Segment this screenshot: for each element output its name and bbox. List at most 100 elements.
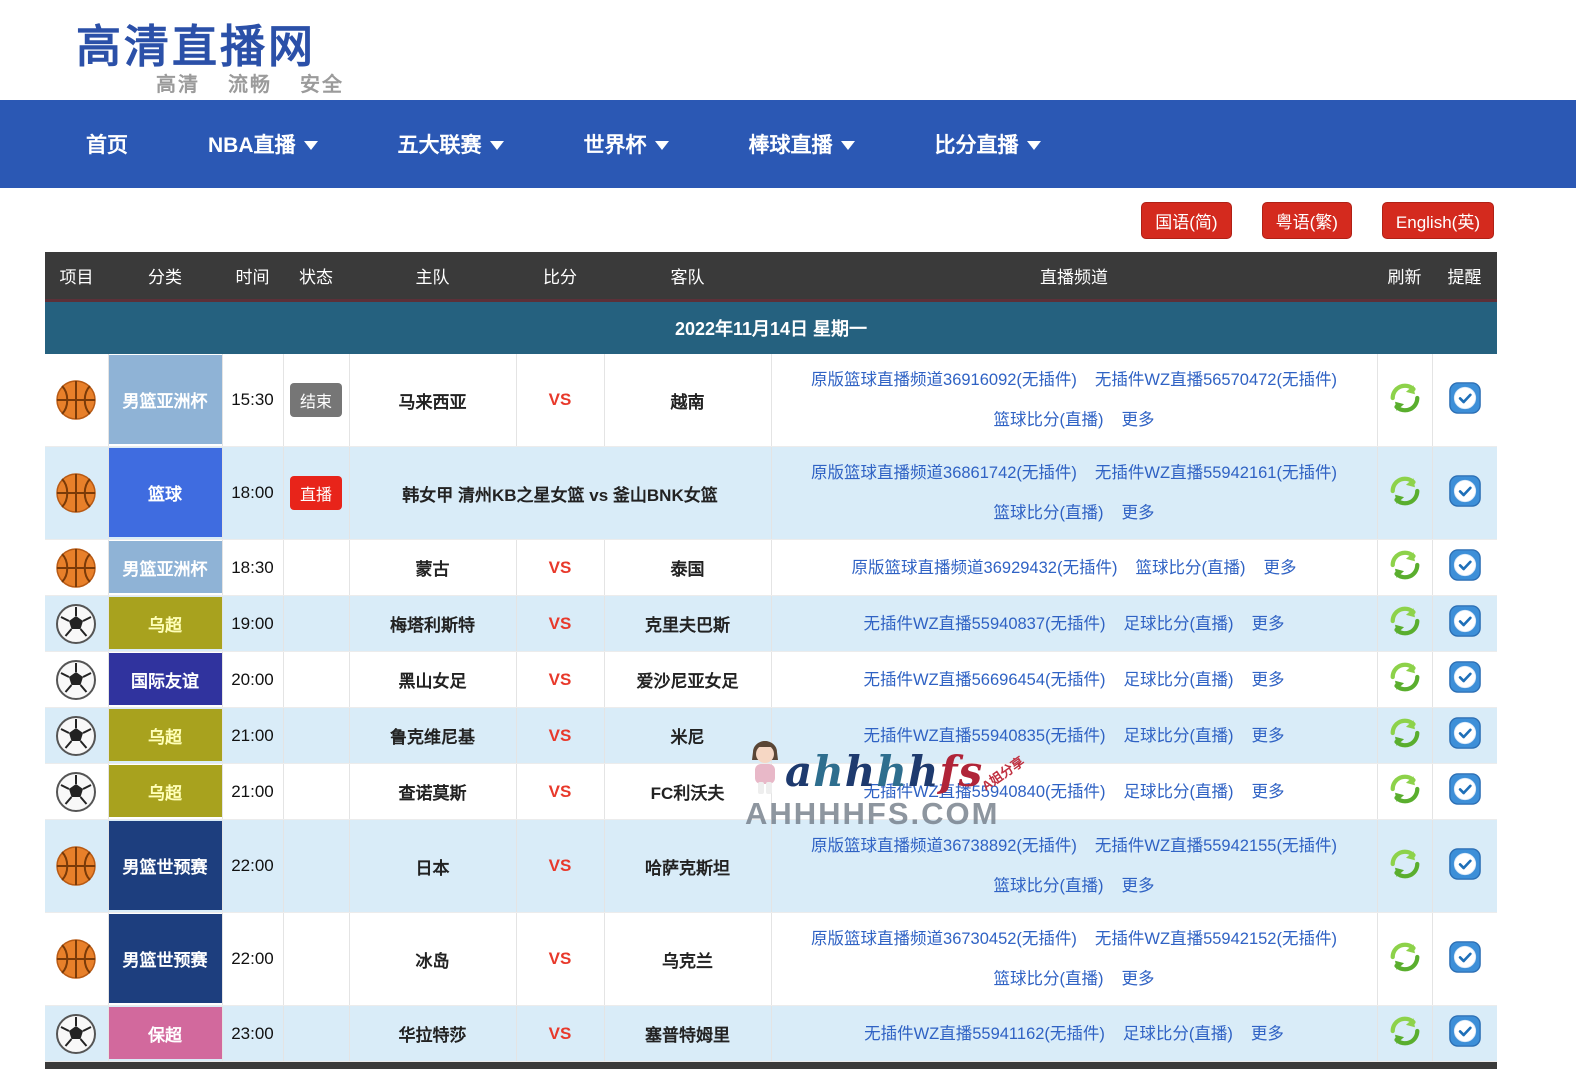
- home-team: 华拉特莎: [349, 1006, 516, 1062]
- channel-link[interactable]: 更多: [1251, 1025, 1284, 1043]
- channel-link[interactable]: 篮球比分(直播): [994, 411, 1104, 429]
- remind-button[interactable]: [1449, 382, 1481, 417]
- category-label[interactable]: 国际友谊: [109, 653, 222, 705]
- remind-cell: [1432, 354, 1497, 447]
- category-label[interactable]: 男篮世预赛: [109, 821, 222, 910]
- category-label[interactable]: 乌超: [109, 709, 222, 761]
- alarm-clock-icon: [1449, 1015, 1481, 1047]
- match-row: 保超 23:00 华拉特莎 VS 塞普特姆里 无插件WZ直播55941162(无…: [45, 1006, 1497, 1062]
- channel-list: 原版篮球直播频道36916092(无插件) 无插件WZ直播56570472(无插件…: [771, 354, 1377, 447]
- vs-label: VS: [516, 354, 604, 447]
- remind-cell: [1432, 708, 1497, 764]
- channel-link[interactable]: 无插件WZ直播55941162(无插件): [864, 1025, 1105, 1043]
- lang-button-mandarin[interactable]: 国语(简): [1141, 202, 1231, 239]
- channel-link[interactable]: 篮球比分(直播): [994, 877, 1104, 895]
- channel-link[interactable]: 无插件WZ直播55940835(无插件): [863, 727, 1105, 745]
- channel-link[interactable]: 更多: [1122, 877, 1155, 895]
- channel-link[interactable]: 更多: [1252, 727, 1285, 745]
- category-label[interactable]: 篮球: [109, 448, 222, 537]
- channel-link[interactable]: 无插件WZ直播55940837(无插件): [863, 615, 1105, 633]
- category-label[interactable]: 保超: [109, 1007, 222, 1059]
- alarm-clock-icon: [1449, 382, 1481, 414]
- channel-link[interactable]: 原版篮球直播频道36929432(无插件): [852, 559, 1118, 577]
- schedule-table: 项目 分类 时间 状态 主队 比分 客队 直播频道 刷新 提醒 2022年11月…: [45, 252, 1497, 1062]
- category-label[interactable]: 乌超: [109, 597, 222, 649]
- channel-link[interactable]: 无插件WZ直播55942161(无插件): [1095, 464, 1337, 482]
- channel-link[interactable]: 篮球比分(直播): [994, 970, 1104, 988]
- channel-link[interactable]: 足球比分(直播): [1124, 727, 1234, 745]
- channel-link[interactable]: 原版篮球直播频道36738892(无插件): [811, 837, 1077, 855]
- channel-link[interactable]: 足球比分(直播): [1123, 1025, 1233, 1043]
- football-icon: [55, 1013, 97, 1055]
- nav-item-top5-leagues[interactable]: 五大联赛: [398, 129, 504, 159]
- home-team: 梅塔利斯特: [349, 596, 516, 652]
- basketball-icon: [55, 547, 97, 589]
- channel-link[interactable]: 更多: [1252, 671, 1285, 689]
- channel-link[interactable]: 更多: [1263, 559, 1296, 577]
- channel-link[interactable]: 足球比分(直播): [1124, 671, 1234, 689]
- refresh-button[interactable]: [1388, 940, 1422, 977]
- refresh-button[interactable]: [1388, 660, 1422, 697]
- remind-button[interactable]: [1449, 773, 1481, 808]
- channel-link[interactable]: 无插件WZ直播56696454(无插件): [863, 671, 1105, 689]
- channel-link[interactable]: 足球比分(直播): [1124, 783, 1234, 801]
- remind-button[interactable]: [1449, 717, 1481, 752]
- category-label[interactable]: 男篮世预赛: [109, 914, 222, 1003]
- channel-link[interactable]: 无插件WZ直播56570472(无插件): [1095, 371, 1337, 389]
- nav-item-label: 首页: [86, 129, 128, 159]
- channel-link[interactable]: 原版篮球直播频道36916092(无插件): [811, 371, 1077, 389]
- home-team: 黑山女足: [349, 652, 516, 708]
- alarm-clock-icon: [1449, 941, 1481, 973]
- channel-link[interactable]: 篮球比分(直播): [994, 504, 1104, 522]
- refresh-button[interactable]: [1388, 847, 1422, 884]
- nav-item-baseball[interactable]: 棒球直播: [749, 129, 855, 159]
- refresh-button[interactable]: [1388, 548, 1422, 585]
- refresh-button[interactable]: [1388, 474, 1422, 511]
- alarm-clock-icon: [1449, 661, 1481, 693]
- lang-button-cantonese[interactable]: 粤语(繁): [1262, 202, 1352, 239]
- nav-item-scores[interactable]: 比分直播: [935, 129, 1041, 159]
- home-team: 日本: [349, 820, 516, 913]
- channel-link[interactable]: 更多: [1122, 504, 1155, 522]
- table-header-row: 项目 分类 时间 状态 主队 比分 客队 直播频道 刷新 提醒: [45, 252, 1497, 300]
- channel-link[interactable]: 更多: [1252, 783, 1285, 801]
- site-logo[interactable]: 高清直播网: [76, 10, 316, 75]
- tagline-word: 高清: [156, 68, 200, 97]
- channel-link[interactable]: 原版篮球直播频道36730452(无插件): [811, 930, 1077, 948]
- remind-button[interactable]: [1449, 941, 1481, 976]
- category-label[interactable]: 乌超: [109, 765, 222, 817]
- refresh-button[interactable]: [1388, 772, 1422, 809]
- category-label[interactable]: 男篮亚洲杯: [109, 355, 222, 444]
- category-cell: 乌超: [108, 708, 222, 764]
- date-header: 2022年11月14日 星期一: [45, 300, 1497, 354]
- nav-item-worldcup[interactable]: 世界杯: [584, 129, 669, 159]
- remind-button[interactable]: [1449, 848, 1481, 883]
- remind-button[interactable]: [1449, 1015, 1481, 1050]
- refresh-button[interactable]: [1388, 716, 1422, 753]
- channel-link[interactable]: 无插件WZ直播55942155(无插件): [1095, 837, 1337, 855]
- channel-link[interactable]: 足球比分(直播): [1124, 615, 1234, 633]
- channel-link[interactable]: 篮球比分(直播): [1135, 559, 1245, 577]
- channel-link[interactable]: 无插件WZ直播55942152(无插件): [1095, 930, 1337, 948]
- lang-button-english[interactable]: English(英): [1382, 202, 1494, 239]
- sport-cell: [45, 764, 108, 820]
- refresh-button[interactable]: [1388, 604, 1422, 641]
- channel-link[interactable]: 更多: [1252, 615, 1285, 633]
- col-header-home: 主队: [349, 252, 516, 300]
- channel-link[interactable]: 无插件WZ直播55940840(无插件): [863, 783, 1105, 801]
- refresh-button[interactable]: [1388, 381, 1422, 418]
- vs-label: VS: [516, 596, 604, 652]
- category-label[interactable]: 男篮亚洲杯: [109, 541, 222, 593]
- remind-button[interactable]: [1449, 605, 1481, 640]
- channel-link[interactable]: 原版篮球直播频道36861742(无插件): [811, 464, 1077, 482]
- nav-item-nba[interactable]: NBA直播: [208, 129, 318, 159]
- nav-item-home[interactable]: 首页: [86, 129, 128, 159]
- channel-link[interactable]: 更多: [1122, 970, 1155, 988]
- nav-item-label: 棒球直播: [749, 129, 833, 159]
- remind-button[interactable]: [1449, 661, 1481, 696]
- refresh-button[interactable]: [1388, 1014, 1422, 1051]
- status-cell: 直播: [283, 447, 349, 540]
- channel-link[interactable]: 更多: [1122, 411, 1155, 429]
- remind-button[interactable]: [1449, 475, 1481, 510]
- remind-button[interactable]: [1449, 549, 1481, 584]
